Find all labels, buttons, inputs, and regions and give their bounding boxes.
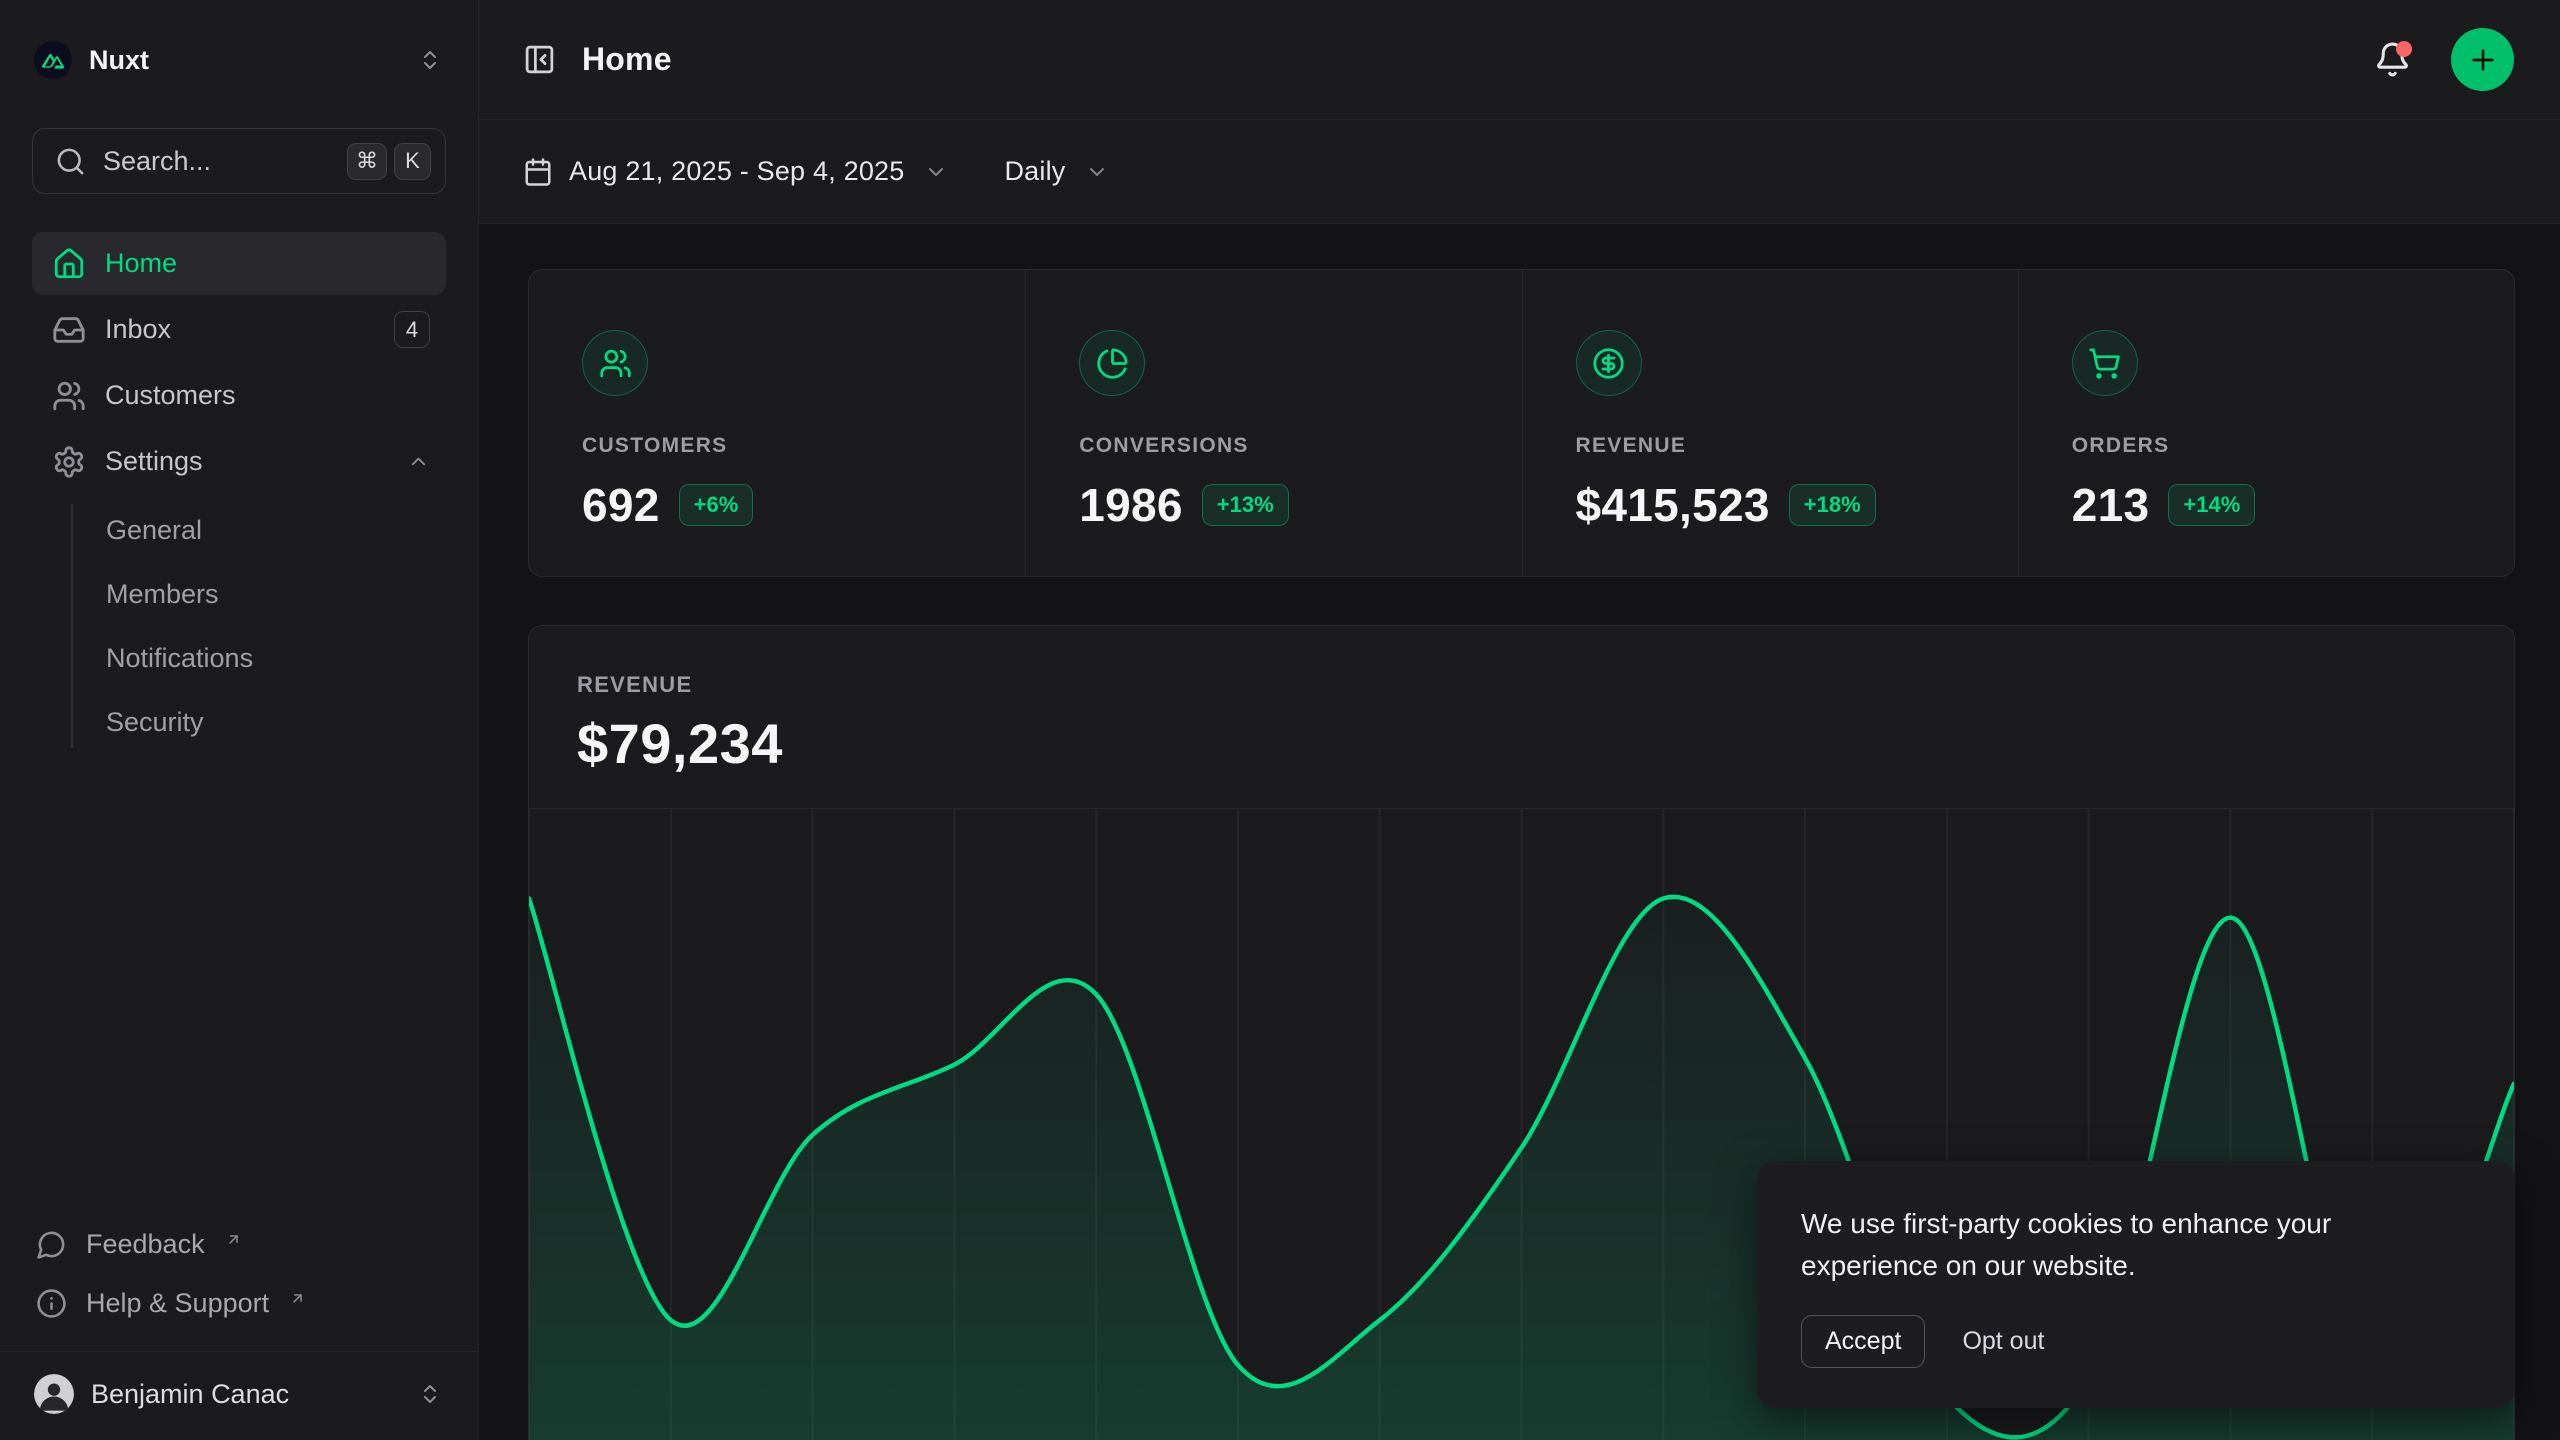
sidebar-item-settings[interactable]: Settings [32, 430, 446, 493]
user-name: Benjamin Canac [91, 1379, 289, 1410]
revenue-header: REVENUE $79,234 [529, 626, 2514, 774]
sidebar-spacer [32, 758, 446, 1215]
page-header: Home [479, 0, 2560, 120]
plus-icon [2467, 44, 2499, 76]
stat-delta-badge: +13% [1202, 484, 1289, 526]
stat-card: CONVERSIONS 1986 +13% [1025, 270, 1521, 576]
help-link[interactable]: Help & Support [32, 1274, 446, 1333]
calendar-icon [523, 155, 553, 189]
date-range-picker[interactable]: Aug 21, 2025 - Sep 4, 2025 [523, 155, 948, 189]
help-icon [36, 1288, 67, 1319]
team-switcher[interactable]: Nuxt [32, 41, 446, 79]
accept-button[interactable]: Accept [1801, 1315, 1925, 1368]
sidebar-item-label: Inbox [105, 314, 171, 345]
stat-value: $415,523 [1576, 478, 1770, 532]
stat-label: REVENUE [1576, 434, 1978, 458]
cookie-message: We use first-party cookies to enhance yo… [1801, 1203, 2441, 1287]
panel-left-close-icon [523, 43, 556, 76]
settings-sub-menu: GeneralMembersNotificationsSecurity [32, 498, 446, 754]
user-menu[interactable]: Benjamin Canac [32, 1352, 446, 1440]
stat-delta-badge: +14% [2168, 484, 2255, 526]
toolbar: Aug 21, 2025 - Sep 4, 2025 Daily [479, 120, 2560, 224]
sidebar-item-label: Customers [105, 380, 236, 411]
sidebar-nav: Home Inbox 4 Customers Settings GeneralM… [32, 232, 446, 758]
stat-delta-badge: +6% [679, 484, 754, 526]
cookie-actions: Accept Opt out [1801, 1315, 2471, 1368]
chevron-up-icon [407, 450, 430, 473]
sidebar-toggle-button[interactable] [523, 43, 556, 76]
stat-delta-badge: +18% [1789, 484, 1876, 526]
revenue-value: $79,234 [577, 714, 2466, 774]
nuxt-logo [34, 41, 72, 79]
notification-dot [2396, 41, 2412, 57]
kbd-k: K [394, 143, 431, 180]
external-link-icon [225, 1231, 242, 1248]
chevron-down-icon [924, 160, 948, 184]
cookie-banner: We use first-party cookies to enhance yo… [1757, 1161, 2515, 1408]
stat-card: REVENUE $415,523 +18% [1522, 270, 2018, 576]
sidebar-item-inbox[interactable]: Inbox 4 [32, 298, 446, 361]
nuxt-logo-icon [42, 52, 64, 69]
feedback-icon [36, 1229, 67, 1260]
sidebar-item-label: Settings [105, 446, 203, 477]
sidebar-subitem-notifications[interactable]: Notifications [32, 626, 446, 690]
sidebar-subitem-general[interactable]: General [32, 498, 446, 562]
users-icon [599, 347, 632, 380]
cart-icon [2088, 347, 2121, 380]
stats-cards: CUSTOMERS 692 +6% CONVERSIONS 1986 +13% … [528, 269, 2515, 577]
stat-value: 692 [582, 478, 660, 532]
date-range-value: Aug 21, 2025 - Sep 4, 2025 [569, 156, 904, 187]
sidebar-item-label: Home [105, 248, 177, 279]
search-input[interactable]: Search... ⌘ K [32, 128, 446, 194]
opt-out-button[interactable]: Opt out [1962, 1327, 2044, 1356]
inbox-count-badge: 4 [394, 311, 430, 348]
gear-icon [52, 445, 86, 479]
stat-label: CUSTOMERS [582, 434, 985, 458]
feedback-link[interactable]: Feedback [32, 1215, 446, 1274]
stat-label: ORDERS [2072, 434, 2474, 458]
footer-item-label: Feedback [86, 1229, 205, 1260]
sidebar: Nuxt Search... ⌘ K Home Inbox 4 Customer… [0, 0, 479, 1440]
kbd-meta: ⌘ [347, 143, 387, 180]
sidebar-item-home[interactable]: Home [32, 232, 446, 295]
search-icon [55, 146, 86, 177]
stat-card: ORDERS 213 +14% [2018, 270, 2514, 576]
search-placeholder: Search... [103, 146, 211, 177]
home-icon [52, 247, 86, 281]
chevrons-up-down-icon [418, 48, 442, 72]
sidebar-header: Nuxt [32, 28, 446, 92]
notifications-button[interactable] [2374, 41, 2411, 78]
sidebar-footer: Feedback Help & Support [32, 1215, 446, 1333]
add-button[interactable] [2451, 28, 2514, 91]
chevron-down-icon [1085, 160, 1109, 184]
footer-item-label: Help & Support [86, 1288, 269, 1319]
pie-chart-icon [1096, 347, 1129, 380]
inbox-icon [52, 313, 86, 347]
avatar [34, 1374, 74, 1414]
sidebar-subitem-members[interactable]: Members [32, 562, 446, 626]
search-shortcut: ⌘ K [347, 143, 431, 180]
stat-value: 213 [2072, 478, 2150, 532]
users-icon [52, 379, 86, 413]
chevrons-up-down-icon [418, 1382, 442, 1406]
sidebar-item-customers[interactable]: Customers [32, 364, 446, 427]
granularity-value: Daily [1004, 156, 1065, 187]
page-title: Home [582, 41, 672, 78]
dollar-circle-icon [1592, 347, 1625, 380]
revenue-label: REVENUE [577, 672, 2466, 698]
team-name: Nuxt [89, 45, 149, 76]
external-link-icon [289, 1290, 306, 1307]
stat-value: 1986 [1079, 478, 1183, 532]
stat-card: CUSTOMERS 692 +6% [529, 270, 1025, 576]
granularity-select[interactable]: Daily [1004, 156, 1109, 187]
stat-label: CONVERSIONS [1079, 434, 1481, 458]
sidebar-subitem-security[interactable]: Security [32, 690, 446, 754]
